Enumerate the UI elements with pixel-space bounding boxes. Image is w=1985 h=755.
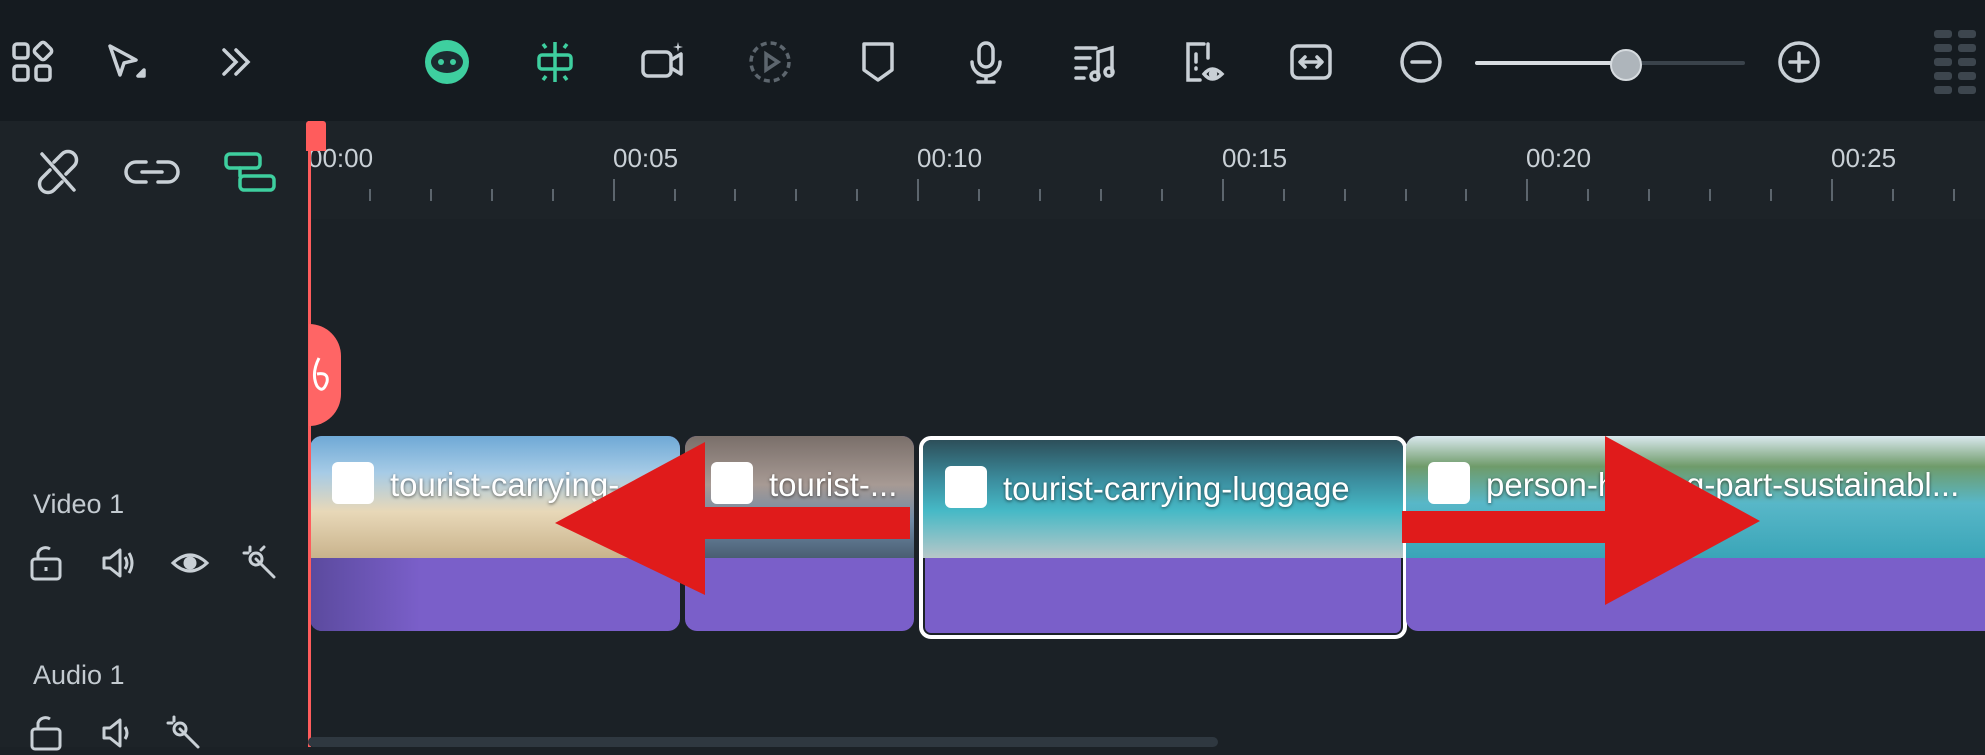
right-arrow-head [1605,436,1760,605]
horizontal-scrollbar[interactable] [308,737,1218,747]
playhead-handle[interactable] [309,324,341,426]
annotation-arrows [555,436,1760,605]
left-arrow-head [555,442,705,595]
playhead-cap[interactable] [306,121,326,151]
playhead[interactable] [308,121,311,747]
